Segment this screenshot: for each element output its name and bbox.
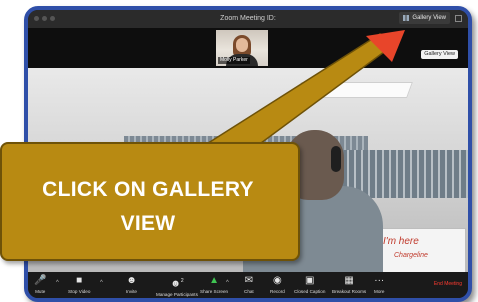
fullscreen-icon[interactable]	[455, 15, 462, 22]
record-button[interactable]: ◉ Record	[270, 275, 285, 295]
closed-caption-label: Closed Caption	[294, 289, 326, 294]
participants-icon: ☻2	[170, 278, 184, 290]
participant-face-shape	[236, 38, 248, 52]
share-screen-icon: ▲	[209, 275, 219, 286]
share-screen-button[interactable]: ▲ Share Screen	[200, 275, 228, 295]
manage-participants-button[interactable]: ☻2 Manage Participants	[156, 275, 198, 298]
video-camera-icon: ■	[76, 275, 83, 286]
gallery-view-tooltip[interactable]: Gallery View	[421, 50, 458, 59]
ceiling-light	[295, 82, 413, 98]
mute-label: Mute	[35, 289, 46, 294]
chat-label: Chat	[244, 289, 254, 294]
breakout-rooms-icon: ▦	[344, 275, 354, 286]
participant-strip: Molly Parker Gallery View	[28, 28, 468, 68]
stop-video-label: Stop Video	[68, 289, 91, 294]
chat-button[interactable]: ✉ Chat	[244, 275, 254, 295]
participant-name: Molly Parker	[218, 57, 250, 64]
whiteboard-text-2: Chargeline	[394, 252, 428, 259]
invite-label: Invite	[126, 289, 137, 294]
breakout-rooms-button[interactable]: ▦ Breakout Rooms	[332, 275, 366, 295]
breakout-rooms-label: Breakout Rooms	[332, 289, 367, 294]
invite-button[interactable]: ☻ Invite	[126, 275, 137, 295]
audio-options-caret-icon[interactable]: ^	[56, 280, 59, 286]
closed-caption-button[interactable]: ▣ Closed Caption	[294, 275, 325, 295]
participant-count: 2	[180, 278, 184, 284]
window-controls[interactable]	[34, 16, 55, 21]
close-dot-icon[interactable]	[34, 16, 39, 21]
microphone-icon: 🎤	[34, 275, 47, 286]
callout-text-line-2: VIEW	[120, 212, 176, 235]
window-title: Zoom Meeting ID:	[220, 15, 276, 22]
stop-video-button[interactable]: ■ Stop Video	[68, 275, 90, 295]
share-screen-label: Share Screen	[200, 289, 229, 294]
end-meeting-button[interactable]: End Meeting	[434, 280, 462, 288]
more-button[interactable]: ··· More	[374, 275, 384, 295]
video-options-caret-icon[interactable]: ^	[100, 280, 103, 286]
record-icon: ◉	[273, 275, 282, 286]
share-options-caret-icon[interactable]: ^	[226, 280, 229, 286]
manage-participants-label: Manage Participants	[156, 292, 198, 298]
gallery-view-button[interactable]: Gallery View	[399, 12, 450, 24]
meeting-toolbar: 🎤 Mute ^ ■ Stop Video ^ ☻ Invite ☻2 Mana…	[28, 272, 468, 298]
grid-icon	[403, 15, 410, 21]
chat-icon: ✉	[244, 275, 254, 286]
zoom-dot-icon[interactable]	[50, 16, 55, 21]
gallery-view-label: Gallery View	[412, 15, 446, 21]
closed-caption-icon: ▣	[304, 275, 315, 286]
callout-text-line-1: CLICK ON GALLERY	[42, 178, 254, 201]
mute-button[interactable]: 🎤 Mute	[34, 275, 46, 295]
more-label: More	[374, 289, 385, 294]
minimize-dot-icon[interactable]	[42, 16, 47, 21]
record-label: Record	[270, 289, 285, 294]
invite-person-icon: ☻	[126, 275, 137, 286]
participant-tile[interactable]: Molly Parker	[216, 30, 268, 66]
headset-icon	[331, 146, 341, 172]
more-dots-icon: ···	[374, 275, 385, 286]
title-bar: Zoom Meeting ID: Gallery View	[28, 10, 468, 28]
